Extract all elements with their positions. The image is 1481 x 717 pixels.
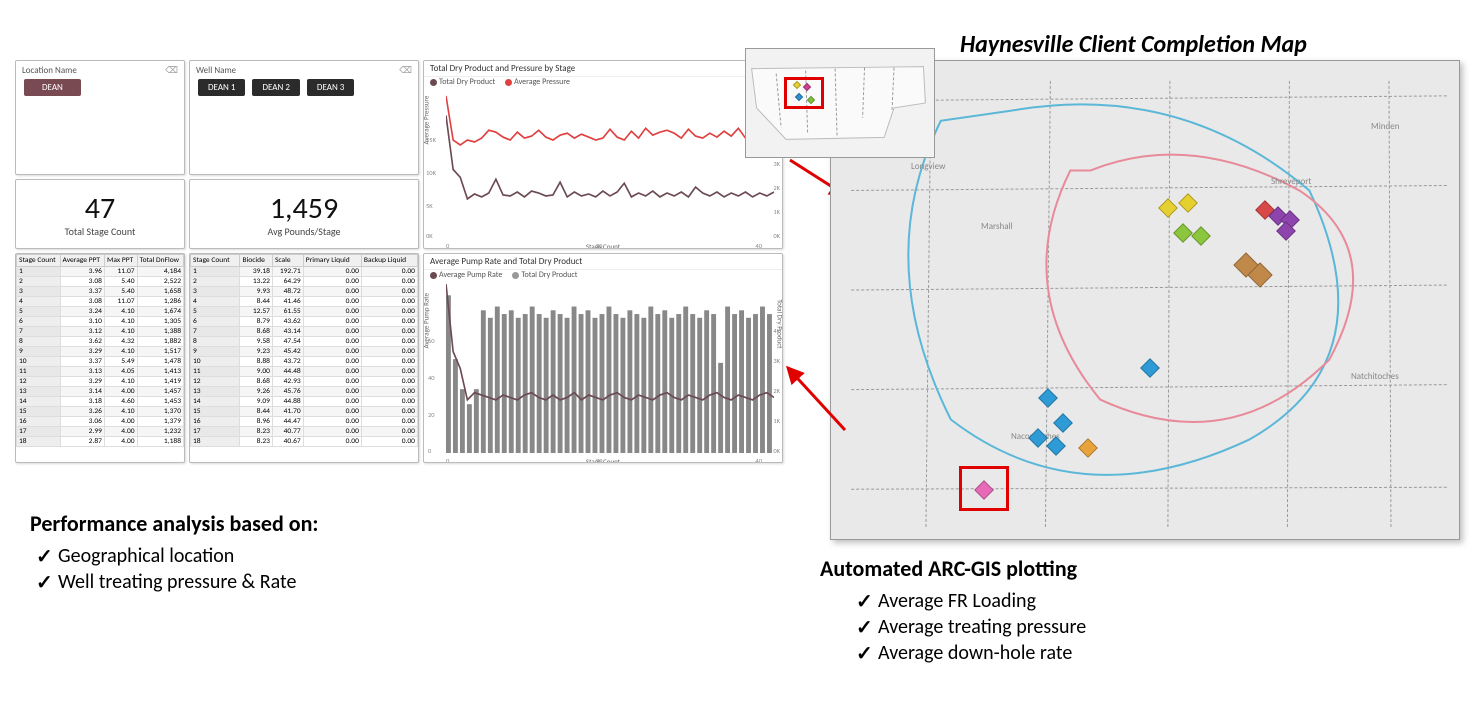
chart-pressure: Total Dry Product and Pressure by Stage …	[423, 60, 783, 249]
location-pill[interactable]: DEAN	[24, 79, 81, 96]
well-pill[interactable]: DEAN 1	[198, 79, 245, 96]
left-text-block: Performance analysis based on: Geographi…	[30, 510, 530, 595]
erase-icon[interactable]: ⌫	[165, 65, 178, 76]
map-title: Haynesville Client Completion Map	[960, 30, 1307, 59]
right-text-block: Automated ARC-GIS plotting Average FR Lo…	[820, 555, 1320, 666]
erase-icon[interactable]: ⌫	[399, 65, 412, 76]
table-chem: Stage CountBiocideScalePrimary LiquidBac…	[189, 253, 419, 463]
location-filter-card: Location Name ⌫ DEAN	[15, 60, 185, 175]
chart-pump-rate: Average Pump Rate and Total Dry Product …	[423, 253, 783, 463]
chart-title: Total Dry Product and Pressure by Stage	[424, 61, 782, 77]
well-filter-card: Well Name ⌫ DEAN 1 DEAN 2 DEAN 3	[189, 60, 419, 175]
location-filter-label: Location Name	[22, 65, 77, 76]
table-ppt: Stage CountAverage PPTMax PPTTotal DnFlo…	[15, 253, 185, 463]
well-pill[interactable]: DEAN 3	[307, 79, 354, 96]
well-pill[interactable]: DEAN 2	[252, 79, 299, 96]
minimap	[745, 48, 935, 158]
gis-heading: Automated ARC-GIS plotting	[820, 555, 1320, 582]
dashboard: Location Name ⌫ DEAN Well Name ⌫ DEAN 1 DEA…	[15, 60, 785, 470]
kpi-avg-pounds: 1,459 Avg Pounds/Stage	[189, 179, 419, 249]
perf-heading: Performance analysis based on:	[30, 510, 530, 537]
well-filter-label: Well Name	[196, 65, 236, 76]
kpi-stage-count: 47 Total Stage Count	[15, 179, 185, 249]
chart-title: Average Pump Rate and Total Dry Product	[424, 254, 782, 270]
